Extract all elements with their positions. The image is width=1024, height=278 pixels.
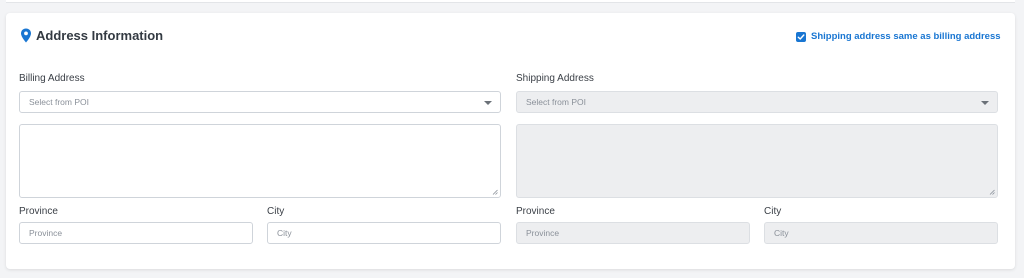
shipping-address-textarea bbox=[516, 124, 998, 198]
billing-province-placeholder: Province bbox=[29, 228, 63, 238]
chevron-down-icon bbox=[484, 101, 492, 105]
shipping-province-placeholder: Province bbox=[526, 228, 560, 238]
map-pin-icon bbox=[21, 28, 31, 43]
billing-province-label: Province bbox=[19, 206, 58, 217]
same-address-checkbox[interactable] bbox=[796, 32, 806, 42]
resize-grip-icon[interactable] bbox=[492, 189, 498, 195]
billing-city-placeholder: City bbox=[277, 228, 292, 238]
previous-card-edge bbox=[6, 0, 1015, 3]
billing-city-label: City bbox=[267, 206, 285, 217]
shipping-province-input: Province bbox=[516, 222, 750, 244]
billing-city-input[interactable]: City bbox=[267, 222, 501, 244]
billing-province-input[interactable]: Province bbox=[19, 222, 253, 244]
billing-poi-placeholder: Select from POI bbox=[29, 97, 89, 107]
resize-grip-icon bbox=[989, 189, 995, 195]
shipping-city-input: City bbox=[764, 222, 998, 244]
shipping-poi-placeholder: Select from POI bbox=[526, 97, 586, 107]
billing-poi-select[interactable]: Select from POI bbox=[19, 91, 501, 113]
shipping-province-label: Province bbox=[516, 206, 555, 217]
address-information-card: Address Information Shipping address sam… bbox=[6, 13, 1015, 269]
billing-address-textarea[interactable] bbox=[19, 124, 501, 198]
shipping-address-label: Shipping Address bbox=[516, 73, 594, 84]
shipping-city-placeholder: City bbox=[774, 228, 789, 238]
checkmark-icon bbox=[797, 34, 805, 40]
billing-address-label: Billing Address bbox=[19, 73, 85, 84]
same-address-label[interactable]: Shipping address same as billing address bbox=[811, 31, 1001, 43]
shipping-city-label: City bbox=[764, 206, 782, 217]
shipping-poi-select: Select from POI bbox=[516, 91, 998, 113]
section-title: Address Information bbox=[36, 28, 164, 43]
chevron-down-icon bbox=[981, 101, 989, 105]
